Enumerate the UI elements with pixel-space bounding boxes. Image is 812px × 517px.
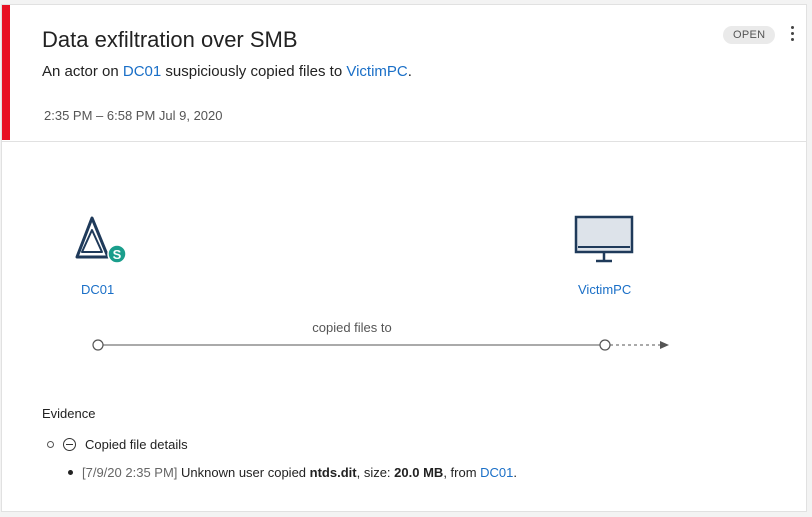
more-options-button[interactable] <box>782 23 802 47</box>
severity-bar <box>2 5 10 140</box>
detail-size: 20.0 MB <box>394 465 444 480</box>
source-entity-link[interactable]: DC01 <box>123 63 161 80</box>
alert-title: Data exfiltration over SMB <box>42 27 298 52</box>
collapse-icon[interactable] <box>63 438 76 451</box>
description-suffix: . <box>407 63 412 80</box>
target-node-label[interactable]: VictimPC <box>578 282 631 297</box>
domain-controller-icon[interactable]: S <box>74 213 130 269</box>
evidence-group-label: Copied file details <box>85 437 188 452</box>
description-middle: suspiciously copied files to <box>161 63 347 80</box>
detail-text-suffix: . <box>513 465 518 480</box>
connection-edge <box>92 339 669 351</box>
monitor-icon[interactable] <box>574 215 636 267</box>
description-prefix: An actor on <box>42 63 123 80</box>
detail-timestamp: [7/9/20 2:35 PM] <box>82 465 178 480</box>
alert-description: An actor on DC01 suspiciously copied fil… <box>42 63 412 80</box>
svg-text:S: S <box>113 247 122 262</box>
detail-file-name: ntds.dit <box>309 465 357 480</box>
alert-header: Data exfiltration over SMB An actor on D… <box>2 5 806 142</box>
detail-source-link[interactable]: DC01 <box>480 465 513 480</box>
more-dot-icon <box>790 32 794 35</box>
edge-label: copied files to <box>312 320 392 335</box>
target-entity-link[interactable]: VictimPC <box>346 63 407 80</box>
evidence-detail-row: [7/9/20 2:35 PM] Unknown user copied ntd… <box>68 465 517 480</box>
detail-text-middle: , size: <box>356 465 395 480</box>
detail-text-from: , from <box>443 465 481 480</box>
alert-card: Data exfiltration over SMB An actor on D… <box>1 4 807 512</box>
source-node-label[interactable]: DC01 <box>81 282 114 297</box>
hollow-bullet-icon <box>47 441 54 448</box>
evidence-heading: Evidence <box>42 406 96 421</box>
evidence-group[interactable]: Copied file details <box>47 437 188 452</box>
detail-text-prefix: Unknown user copied <box>177 465 310 480</box>
bullet-icon <box>68 470 73 475</box>
more-dot-icon <box>790 38 794 41</box>
time-range: 2:35 PM – 6:58 PM Jul 9, 2020 <box>44 108 223 123</box>
more-dot-icon <box>790 26 794 29</box>
status-badge: OPEN <box>723 26 776 44</box>
